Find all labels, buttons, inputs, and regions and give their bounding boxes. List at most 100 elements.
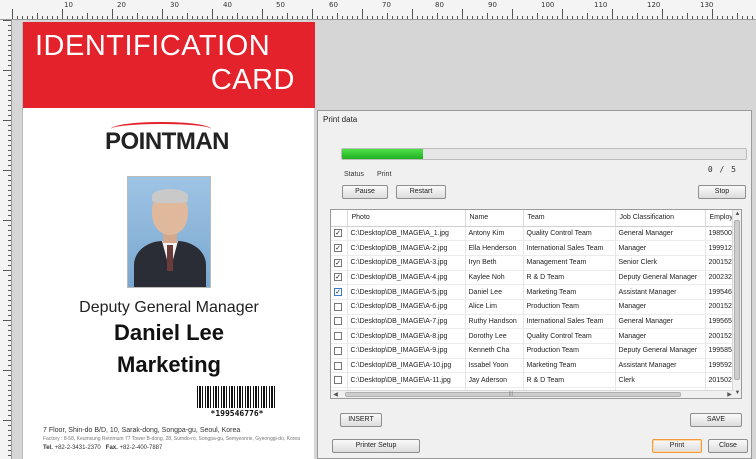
table-row[interactable]: C:\Desktop\DB_IMAGE\A-10.jpg Issabel Yoon… bbox=[331, 358, 740, 374]
row-checkbox[interactable] bbox=[331, 372, 348, 389]
scroll-right-icon[interactable]: ▶ bbox=[725, 391, 734, 398]
row-checkbox[interactable]: ✓ bbox=[331, 270, 348, 286]
cell-photo[interactable]: C:\Desktop\DB_IMAGE\A-11.jpg bbox=[347, 372, 466, 389]
checkbox-icon[interactable] bbox=[334, 317, 342, 326]
cell-job[interactable]: Deputy General Manager bbox=[615, 270, 706, 286]
print-button[interactable]: Print bbox=[652, 439, 702, 453]
cell-team[interactable]: Quality Control Team bbox=[523, 226, 616, 242]
stop-button[interactable]: Stop bbox=[698, 185, 746, 199]
cell-name[interactable]: Kaylee Noh bbox=[465, 270, 524, 286]
horizontal-scrollbar[interactable]: ◀ ||| ▶ bbox=[331, 390, 734, 398]
table-row[interactable]: C:\Desktop\DB_IMAGE\A-11.jpg Jay Aderson R… bbox=[331, 372, 740, 389]
scroll-up-icon[interactable]: ▲ bbox=[733, 210, 741, 219]
pause-button[interactable]: Pause bbox=[342, 185, 388, 199]
cell-photo[interactable]: C:\Desktop\DB_IMAGE\A-3.jpg bbox=[347, 255, 466, 271]
row-checkbox[interactable] bbox=[331, 328, 348, 344]
row-checkbox[interactable] bbox=[331, 314, 348, 330]
cell-job[interactable]: Deputy General Manager bbox=[615, 343, 706, 359]
cell-photo[interactable]: C:\Desktop\DB_IMAGE\A-8.jpg bbox=[347, 328, 466, 344]
row-checkbox[interactable]: ✓ bbox=[331, 226, 348, 242]
cell-name[interactable]: Iryn Beth bbox=[465, 255, 524, 271]
table-row[interactable]: ✓ C:\Desktop\DB_IMAGE\A-5.jpg Daniel Lee Ma… bbox=[331, 284, 740, 300]
cell-team[interactable]: Management Team bbox=[523, 255, 616, 271]
restart-button[interactable]: Restart bbox=[396, 185, 446, 199]
checkbox-icon[interactable] bbox=[334, 302, 342, 311]
table-row[interactable]: C:\Desktop\DB_IMAGE\A-8.jpg Dorothy Lee Qu… bbox=[331, 328, 740, 344]
checkbox-icon[interactable]: ✓ bbox=[334, 258, 342, 267]
table-row[interactable]: ✓ C:\Desktop\DB_IMAGE\A-2.jpg Ella Henders… bbox=[331, 240, 740, 256]
cell-photo[interactable]: C:\Desktop\DB_IMAGE\A_1.jpg bbox=[347, 226, 466, 242]
table-row[interactable]: C:\Desktop\DB_IMAGE\A-7.jpg Ruthy Handson… bbox=[331, 314, 740, 330]
checkbox-icon[interactable]: ✓ bbox=[334, 273, 342, 282]
table-row[interactable]: ✓ C:\Desktop\DB_IMAGE\A_1.jpg Antony Kim Qu… bbox=[331, 226, 740, 242]
cell-photo[interactable]: C:\Desktop\DB_IMAGE\A-7.jpg bbox=[347, 314, 466, 330]
checkbox-icon[interactable] bbox=[334, 346, 342, 355]
cell-team[interactable]: Marketing Team bbox=[523, 358, 616, 374]
printer-setup-button[interactable]: Printer Setup bbox=[332, 439, 420, 453]
row-checkbox[interactable] bbox=[331, 299, 348, 315]
column-header-job[interactable]: Job Classification bbox=[615, 210, 706, 227]
cell-name[interactable]: Ruthy Handson bbox=[465, 314, 524, 330]
vertical-scroll-thumb[interactable] bbox=[734, 220, 740, 380]
column-header-photo[interactable]: Photo bbox=[347, 210, 466, 227]
row-checkbox[interactable]: ✓ bbox=[331, 255, 348, 271]
cell-job[interactable]: Manager bbox=[615, 240, 706, 256]
row-checkbox[interactable] bbox=[331, 343, 348, 359]
table-row[interactable]: C:\Desktop\DB_IMAGE\A-9.jpg Kenneth Cha Pr… bbox=[331, 343, 740, 359]
cell-photo[interactable]: C:\Desktop\DB_IMAGE\A-5.jpg bbox=[347, 284, 466, 300]
cell-team[interactable]: Production Team bbox=[523, 299, 616, 315]
vertical-scrollbar[interactable]: ▲ ▼ bbox=[732, 210, 741, 398]
cell-team[interactable]: International Sales Team bbox=[523, 240, 616, 256]
cell-team[interactable]: R & D Team bbox=[523, 372, 616, 389]
column-header-check[interactable] bbox=[331, 210, 348, 227]
scroll-down-icon[interactable]: ▼ bbox=[733, 389, 741, 398]
table-row[interactable]: ✓ C:\Desktop\DB_IMAGE\A-4.jpg Kaylee Noh R … bbox=[331, 270, 740, 286]
cell-name[interactable]: Dorothy Lee bbox=[465, 328, 524, 344]
cell-job[interactable]: Clerk bbox=[615, 372, 706, 389]
checkbox-icon[interactable]: ✓ bbox=[334, 288, 342, 297]
cell-photo[interactable]: C:\Desktop\DB_IMAGE\A-6.jpg bbox=[347, 299, 466, 315]
cell-job[interactable]: Assistant Manager bbox=[615, 284, 706, 300]
checkbox-icon[interactable] bbox=[334, 332, 342, 341]
column-header-name[interactable]: Name bbox=[465, 210, 524, 227]
row-checkbox[interactable] bbox=[331, 358, 348, 374]
cell-team[interactable]: R & D Team bbox=[523, 270, 616, 286]
cell-photo[interactable]: C:\Desktop\DB_IMAGE\A-10.jpg bbox=[347, 358, 466, 374]
checkbox-icon[interactable] bbox=[334, 376, 342, 385]
checkbox-icon[interactable]: ✓ bbox=[334, 229, 342, 238]
cell-photo[interactable]: C:\Desktop\DB_IMAGE\A-2.jpg bbox=[347, 240, 466, 256]
cell-team[interactable]: Marketing Team bbox=[523, 284, 616, 300]
cell-team[interactable]: Quality Control Team bbox=[523, 328, 616, 344]
table-row[interactable]: ✓ C:\Desktop\DB_IMAGE\A-3.jpg Iryn Beth Man… bbox=[331, 255, 740, 271]
cell-name[interactable]: Ella Henderson bbox=[465, 240, 524, 256]
insert-button[interactable]: INSERT bbox=[340, 413, 382, 427]
row-checkbox[interactable]: ✓ bbox=[331, 284, 348, 300]
cell-name[interactable]: Kenneth Cha bbox=[465, 343, 524, 359]
table-row[interactable]: C:\Desktop\DB_IMAGE\A-6.jpg Alice Lim Prod… bbox=[331, 299, 740, 315]
row-checkbox[interactable]: ✓ bbox=[331, 240, 348, 256]
ruler-tick bbox=[3, 270, 11, 271]
cell-name[interactable]: Daniel Lee bbox=[465, 284, 524, 300]
checkbox-icon[interactable] bbox=[334, 361, 342, 370]
column-header-team[interactable]: Team bbox=[523, 210, 616, 227]
cell-name[interactable]: Alice Lim bbox=[465, 299, 524, 315]
cell-job[interactable]: Manager bbox=[615, 299, 706, 315]
cell-job[interactable]: Senior Clerk bbox=[615, 255, 706, 271]
save-button[interactable]: SAVE bbox=[690, 413, 742, 427]
ruler-tick bbox=[542, 16, 543, 19]
cell-name[interactable]: Antony Kim bbox=[465, 226, 524, 242]
cell-team[interactable]: International Sales Team bbox=[523, 314, 616, 330]
cell-photo[interactable]: C:\Desktop\DB_IMAGE\A-4.jpg bbox=[347, 270, 466, 286]
cell-name[interactable]: Issabel Yoon bbox=[465, 358, 524, 374]
cell-team[interactable]: Production Team bbox=[523, 343, 616, 359]
cell-photo[interactable]: C:\Desktop\DB_IMAGE\A-9.jpg bbox=[347, 343, 466, 359]
scroll-left-icon[interactable]: ◀ bbox=[331, 391, 340, 398]
cell-job[interactable]: Assistant Manager bbox=[615, 358, 706, 374]
horizontal-scroll-thumb[interactable] bbox=[345, 392, 681, 397]
cell-job[interactable]: General Manager bbox=[615, 314, 706, 330]
cell-name[interactable]: Jay Aderson bbox=[465, 372, 524, 389]
cell-job[interactable]: General Manager bbox=[615, 226, 706, 242]
checkbox-icon[interactable]: ✓ bbox=[334, 244, 342, 253]
cell-job[interactable]: Manager bbox=[615, 328, 706, 344]
close-button[interactable]: Close bbox=[708, 439, 748, 453]
